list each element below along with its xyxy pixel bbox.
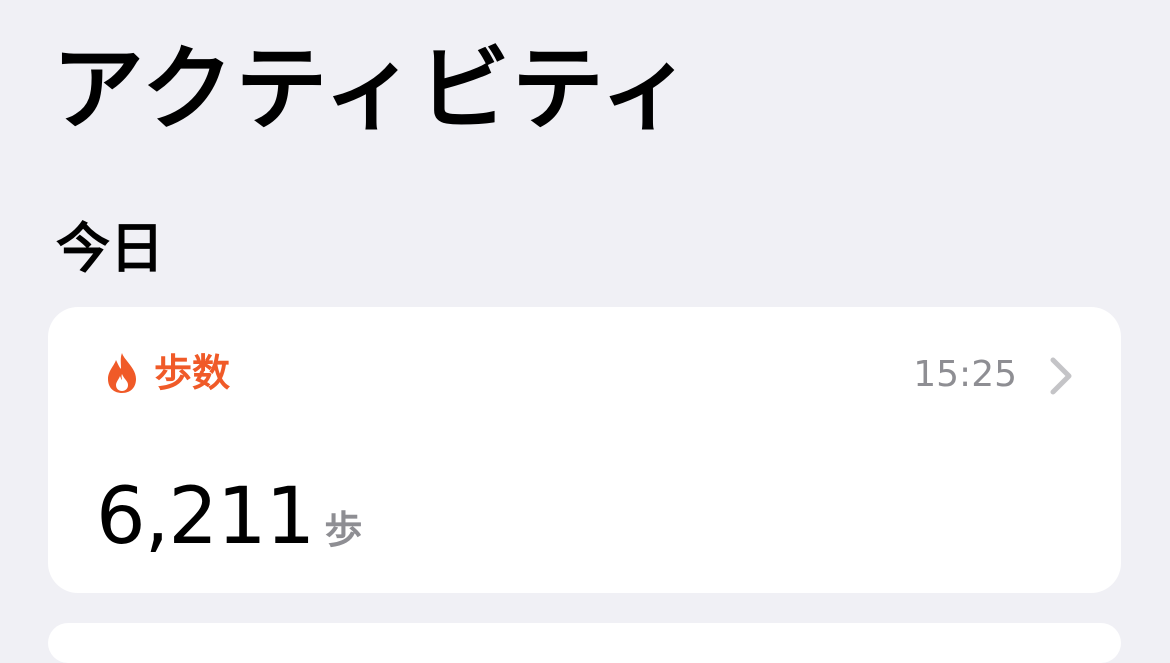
steps-card[interactable]: 歩数 15:25 6,211 歩 [48, 307, 1121, 593]
section-title-today: 今日 [56, 217, 164, 280]
flame-icon [108, 353, 136, 393]
next-card-partial[interactable] [48, 623, 1121, 663]
steps-unit: 歩 [324, 508, 363, 552]
chevron-right-icon[interactable] [1049, 357, 1073, 395]
page-title: アクティビティ [52, 36, 695, 143]
steps-count: 6,211 [96, 472, 315, 562]
steps-card-header[interactable]: 歩数 15:25 [48, 307, 1121, 437]
steps-card-time: 15:25 [913, 354, 1017, 395]
steps-card-title: 歩数 [154, 351, 231, 395]
steps-value: 6,211 歩 [96, 467, 362, 588]
